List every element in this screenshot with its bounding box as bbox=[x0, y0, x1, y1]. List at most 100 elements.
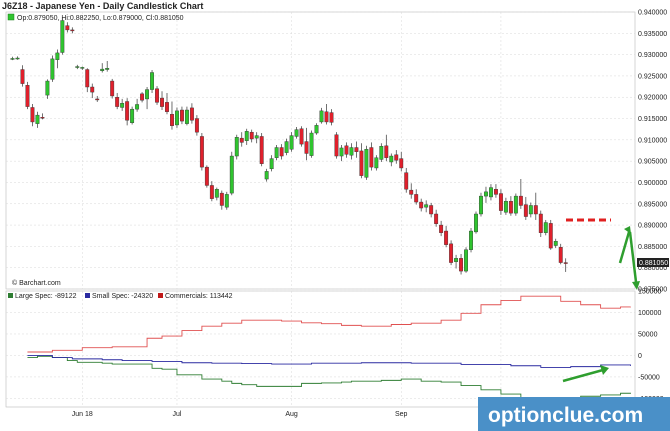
candle-body-down bbox=[110, 80, 115, 97]
candle bbox=[513, 193, 518, 216]
candle-body-down bbox=[399, 158, 404, 169]
candle-body-up bbox=[294, 129, 299, 137]
candle-body-down bbox=[249, 131, 254, 140]
candle-body-down bbox=[140, 93, 145, 101]
candle-body-down bbox=[444, 230, 449, 245]
price-y-tick-label: 0.900000 bbox=[638, 180, 667, 187]
price-y-tick-label: 0.885000 bbox=[638, 244, 667, 251]
candle bbox=[334, 132, 339, 159]
candle-body-up bbox=[484, 191, 488, 197]
cot-plot-frame bbox=[5, 290, 636, 408]
candle-body-down bbox=[369, 147, 374, 168]
candle-body-down bbox=[384, 145, 389, 158]
candle-body-up bbox=[503, 201, 508, 213]
candle-body-down bbox=[493, 189, 498, 195]
cot-y-tick-label: -50000 bbox=[638, 374, 660, 381]
x-tick-label: Aug bbox=[285, 411, 298, 418]
watermark-text: optionclue.com bbox=[488, 404, 643, 427]
candle bbox=[469, 228, 473, 253]
candle-body-up bbox=[289, 135, 294, 150]
candle bbox=[548, 219, 553, 250]
candle-body-down bbox=[518, 195, 523, 206]
candle-body-down bbox=[394, 154, 399, 161]
candle-body-up bbox=[389, 155, 394, 163]
candle-body-down bbox=[189, 107, 194, 121]
candle-body-up bbox=[424, 204, 429, 208]
price-y-tick-label: 0.940000 bbox=[638, 10, 667, 17]
cot-legend: Large Spec: -89122 Small Spec: -24320 Co… bbox=[8, 293, 233, 300]
candle-body-up bbox=[269, 158, 274, 170]
candle-body-down bbox=[170, 114, 174, 126]
ohlc-readout: Op:0.879050, Hi:0.882250, Lo:0.879000, C… bbox=[17, 15, 184, 22]
price-y-tick-label: 0.895000 bbox=[638, 201, 667, 208]
candle-body-up bbox=[100, 68, 105, 72]
candle-body-down bbox=[439, 224, 444, 233]
candle-body-down bbox=[25, 85, 30, 107]
cot-y-tick-label: 0 bbox=[638, 353, 642, 360]
candle-body-up bbox=[489, 187, 493, 198]
candle-body-up bbox=[35, 114, 40, 124]
candle-body-up bbox=[474, 213, 478, 233]
cot-y-tick-label: 150000 bbox=[638, 289, 661, 296]
candle-body-down bbox=[449, 243, 454, 263]
candle-body-down bbox=[344, 145, 349, 155]
candle-body-up bbox=[469, 230, 473, 250]
cot-y-tick-label: 50000 bbox=[638, 331, 658, 338]
candle-body-down bbox=[409, 189, 414, 195]
candle-body-down bbox=[359, 150, 364, 176]
candle-body-down bbox=[259, 136, 264, 164]
candle-body-up bbox=[135, 104, 140, 110]
candle-body-down bbox=[90, 86, 95, 93]
last-price-tag-text: 0.881050 bbox=[639, 260, 668, 267]
candle bbox=[449, 240, 454, 266]
candle-body-down bbox=[558, 247, 563, 263]
candle-body-up bbox=[55, 52, 60, 60]
candle-body-down bbox=[548, 223, 553, 249]
chart-title: J6Z18 - Japanese Yen - Daily Candlestick… bbox=[2, 1, 203, 11]
candle-body-down bbox=[329, 112, 334, 123]
candle-body-down bbox=[354, 147, 359, 152]
candle-body-up bbox=[513, 195, 518, 214]
legend-swatch-small-spec bbox=[85, 293, 90, 298]
candle-body-up bbox=[528, 205, 533, 215]
candle bbox=[234, 134, 239, 160]
candle-body-down bbox=[533, 205, 538, 215]
price-y-tick-label: 0.890000 bbox=[638, 223, 667, 230]
candle bbox=[299, 126, 304, 147]
candle-body-up bbox=[339, 147, 344, 157]
candle-body-down bbox=[429, 205, 434, 215]
candle-body-up bbox=[120, 102, 125, 108]
candle-body-up bbox=[150, 72, 154, 90]
price-y-tick-label: 0.920000 bbox=[638, 95, 667, 102]
candle-body-down bbox=[508, 201, 513, 214]
candle-body-up bbox=[224, 194, 229, 208]
candle-body-down bbox=[209, 185, 214, 199]
candle bbox=[379, 143, 384, 163]
candle-body-up bbox=[145, 89, 150, 100]
price-y-tick-label: 0.935000 bbox=[638, 31, 667, 38]
candle-body-up bbox=[50, 58, 55, 80]
candle-body-down bbox=[65, 25, 70, 31]
candle bbox=[259, 133, 264, 167]
candle-body-down bbox=[459, 258, 463, 272]
candle bbox=[110, 78, 115, 99]
candle-body-up bbox=[75, 66, 80, 68]
legend-label-large-spec: Large Spec: -89122 bbox=[15, 293, 77, 300]
candle-body-up bbox=[464, 249, 468, 272]
candle-body-down bbox=[95, 98, 100, 101]
candle-body-up bbox=[274, 147, 279, 158]
candle bbox=[224, 191, 229, 210]
candle bbox=[204, 165, 209, 188]
candle bbox=[479, 192, 483, 217]
candle-body-up bbox=[80, 67, 85, 69]
candle-body-up bbox=[314, 125, 319, 134]
candle-body-down bbox=[30, 107, 35, 123]
candle-body-down bbox=[85, 69, 90, 88]
candle bbox=[364, 145, 369, 180]
candle bbox=[199, 133, 204, 171]
candle-body-up bbox=[229, 155, 234, 194]
candle-body-up bbox=[454, 258, 459, 262]
candle-body-down bbox=[414, 194, 419, 203]
chart-canvas: J6Z18 - Japanese Yen - Daily Candlestick… bbox=[0, 0, 670, 431]
candle-body-down bbox=[279, 147, 284, 157]
